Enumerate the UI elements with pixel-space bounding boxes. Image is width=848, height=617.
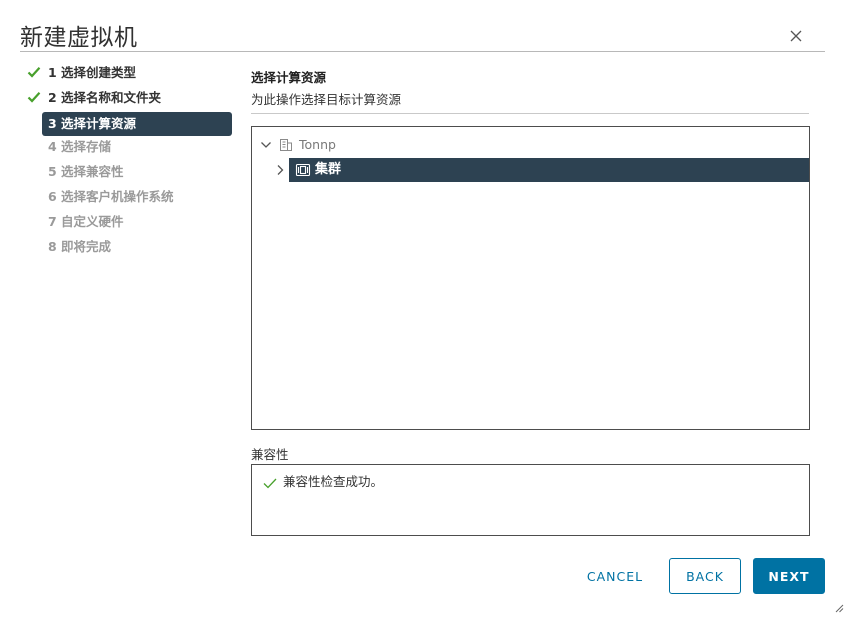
section-title: 选择计算资源 <box>251 70 327 85</box>
next-button[interactable]: NEXT <box>753 558 825 594</box>
dialog-title: 新建虚拟机 <box>20 25 138 51</box>
check-icon <box>27 92 41 103</box>
step-label: 1 选择创建类型 <box>48 65 137 80</box>
close-icon[interactable] <box>787 27 805 45</box>
step-select-name-folder[interactable]: 2 选择名称和文件夹 <box>20 87 233 112</box>
step-ready-to-complete: 8 即将完成 <box>20 236 233 261</box>
cluster-selected-row[interactable]: 集群 <box>289 158 809 182</box>
chevron-down-icon[interactable] <box>260 139 272 151</box>
title-divider <box>20 51 825 52</box>
check-icon <box>263 478 277 489</box>
back-button[interactable]: BACK <box>669 558 741 594</box>
compatibility-message: 兼容性检查成功。 <box>283 474 384 489</box>
step-label: 5 选择兼容性 <box>48 164 124 179</box>
tree-node-datacenter[interactable]: Tonnp <box>252 133 809 157</box>
datacenter-label: Tonnp <box>299 137 336 152</box>
step-label: 8 即将完成 <box>48 239 112 254</box>
compute-resource-tree[interactable]: Tonnp 集群 <box>251 126 810 430</box>
resize-handle-icon[interactable] <box>834 603 844 613</box>
step-label: 2 选择名称和文件夹 <box>48 90 162 105</box>
step-customize-hardware: 7 自定义硬件 <box>20 211 233 236</box>
step-label: 4 选择存储 <box>48 139 112 154</box>
compatibility-title: 兼容性 <box>251 447 289 462</box>
step-select-guest-os: 6 选择客户机操作系统 <box>20 186 233 211</box>
chevron-right-icon[interactable] <box>274 164 286 176</box>
wizard-steps: 1 选择创建类型 2 选择名称和文件夹 3 选择计算资源 4 选择存储 5 选择… <box>20 62 233 261</box>
tree-node-cluster[interactable]: 集群 <box>252 158 809 182</box>
datacenter-icon <box>280 139 292 151</box>
step-label: 6 选择客户机操作系统 <box>48 189 174 204</box>
section-subtitle: 为此操作选择目标计算资源 <box>251 92 402 107</box>
section-divider <box>251 113 809 114</box>
cancel-button[interactable]: CANCEL <box>575 558 655 594</box>
step-select-compatibility: 5 选择兼容性 <box>20 161 233 186</box>
cluster-label: 集群 <box>315 162 342 177</box>
step-select-storage: 4 选择存储 <box>20 136 233 161</box>
compatibility-panel: 兼容性检查成功。 <box>251 464 810 536</box>
step-label: 3 选择计算资源 <box>48 116 137 131</box>
step-select-creation-type[interactable]: 1 选择创建类型 <box>20 62 233 87</box>
check-icon <box>27 67 41 78</box>
step-select-compute-resource[interactable]: 3 选择计算资源 <box>42 112 232 136</box>
cluster-icon <box>295 163 311 177</box>
step-label: 7 自定义硬件 <box>48 214 124 229</box>
